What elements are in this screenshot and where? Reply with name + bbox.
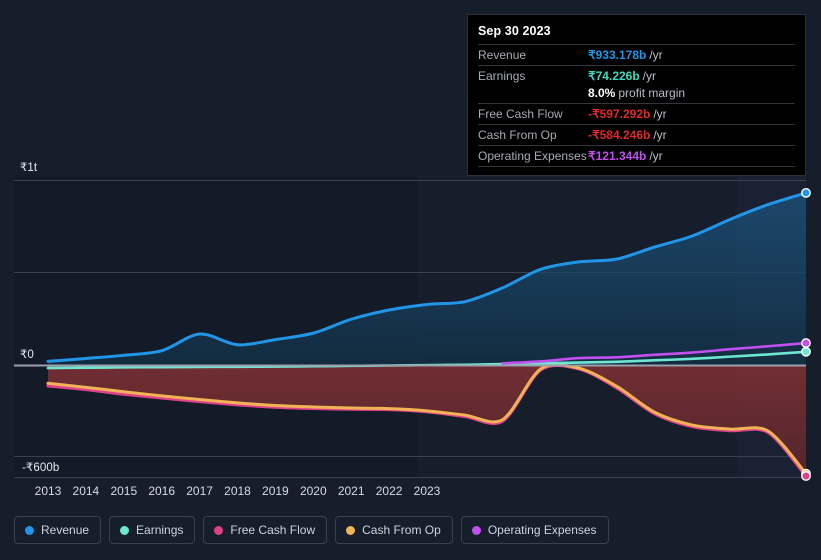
x-tick-label-2018: 2018 <box>224 484 251 498</box>
x-tick-label-2022: 2022 <box>375 484 403 498</box>
tooltip-row-value: ₹74.226b <box>588 69 640 83</box>
endpoint-marker-free-cash-flow <box>801 471 811 481</box>
endpoint-marker-operating-expenses <box>801 338 811 348</box>
x-tick-label-2019: 2019 <box>262 484 289 498</box>
tooltip-row: Free Cash Flow -₹597.292b/yr <box>478 103 795 124</box>
tooltip-row-value: 8.0% <box>588 86 616 100</box>
x-tick-label-2020: 2020 <box>299 484 327 498</box>
legend-item-label: Operating Expenses <box>487 523 597 537</box>
legend-color-dot-icon <box>120 525 130 535</box>
x-tick-label-2023: 2023 <box>413 484 441 498</box>
legend-item-label: Earnings <box>136 523 184 537</box>
tooltip-row-value: ₹933.178b <box>588 48 647 62</box>
x-tick-label-2015: 2015 <box>110 484 138 498</box>
tooltip-row: Revenue ₹933.178b/yr <box>478 44 795 65</box>
tooltip-row-label: Cash From Op <box>478 128 557 142</box>
tooltip-row-label: Free Cash Flow <box>478 107 563 121</box>
legend-color-dot-icon <box>471 525 481 535</box>
tooltip-row-unit: /yr <box>642 69 657 83</box>
tooltip-row-unit: profit margin <box>618 86 686 100</box>
legend-color-dot-icon <box>214 525 224 535</box>
y-tick-label-1t: ₹1t <box>20 162 38 174</box>
tooltip-rows: Revenue ₹933.178b/yr Earnings ₹74.226b/yr 8.… <box>478 44 795 166</box>
tooltip-row-label: Earnings <box>478 69 526 83</box>
legend-color-dot-icon <box>25 525 34 535</box>
y-tick-label-neg600b: -₹600b <box>22 462 60 474</box>
tooltip-row-unit: /yr <box>649 149 663 163</box>
legend-item-revenue[interactable]: Revenue <box>14 516 102 544</box>
tooltip-row-value: -₹584.246b <box>588 128 651 142</box>
financial-chart-page: ₹1t ₹0 -₹600b 2013 2014 2015 2016 2017 2018 20… <box>0 0 821 560</box>
x-tick-label-2017: 2017 <box>186 484 213 498</box>
tooltip-date: Sep 30 2023 <box>478 24 551 38</box>
legend-item-label: Revenue <box>41 523 90 537</box>
legend-item-free-cash-flow[interactable]: Free Cash Flow <box>203 516 328 544</box>
tooltip-row: Earnings ₹74.226b/yr <box>478 65 795 86</box>
y-tick-label-0: ₹0 <box>20 349 34 361</box>
endpoint-marker-earnings <box>801 346 811 357</box>
legend-item-earnings[interactable]: Earnings <box>109 516 196 544</box>
x-tick-label-2016: 2016 <box>148 484 176 498</box>
tooltip-row-unit: /yr <box>653 107 667 121</box>
tooltip-row-label: Revenue <box>478 48 527 62</box>
tooltip-row-value: ₹121.344b <box>588 149 647 163</box>
tooltip-row-label: Operating Expenses <box>478 149 587 163</box>
tooltip-row-unit: /yr <box>649 48 663 62</box>
tooltip-row-value: -₹597.292b <box>588 107 651 121</box>
tooltip-row-unit: /yr <box>653 128 667 142</box>
tooltip-row: 8.0% profit margin <box>478 86 795 103</box>
legend-item-label: Cash From Op <box>362 523 441 537</box>
tooltip-row: Operating Expenses ₹121.344b/yr <box>478 145 795 166</box>
endpoint-marker-revenue <box>801 187 811 198</box>
x-tick-label-2013: 2013 <box>34 484 62 498</box>
data-tooltip: Sep 30 2023 Revenue ₹933.178b/yr Earnings ₹… <box>467 14 806 176</box>
legend-color-dot-icon <box>346 525 356 535</box>
tooltip-footer-divider <box>478 166 795 169</box>
legend-item-cash-from-op[interactable]: Cash From Op <box>335 516 453 544</box>
x-tick-label-2021: 2021 <box>337 484 365 498</box>
legend-item-label: Free Cash Flow <box>230 523 316 537</box>
legend-item-operating-expenses[interactable]: Operating Expenses <box>460 516 609 544</box>
chart-legend[interactable]: Revenue Earnings Free Cash Flow Cash From O… <box>14 516 609 544</box>
tooltip-row: Cash From Op -₹584.246b/yr <box>478 124 795 145</box>
x-tick-label-2014: 2014 <box>72 484 100 498</box>
